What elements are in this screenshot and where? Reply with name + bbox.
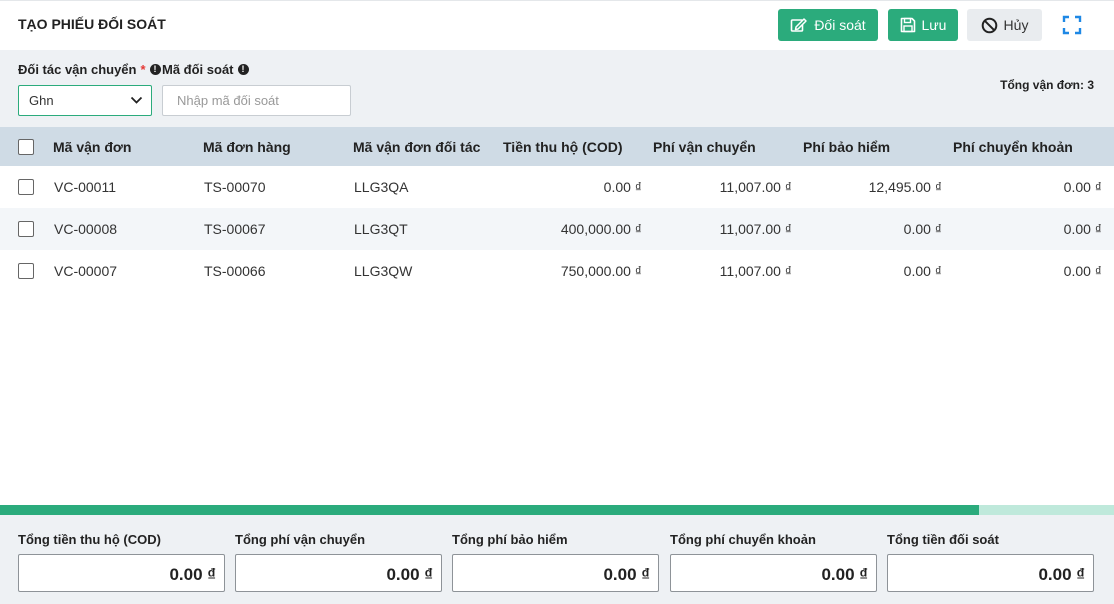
- cell-transfer-fee: 0.00 ₫: [1063, 221, 1102, 237]
- table-header: Mã vận đơn Mã đơn hàng Mã vận đơn đối tá…: [0, 127, 1114, 166]
- total-cod-value: 0.00 ₫: [169, 565, 216, 584]
- code-label: Mã đối soát !: [162, 62, 249, 77]
- save-button[interactable]: Lưu: [888, 9, 958, 41]
- cancel-button[interactable]: Hủy: [967, 9, 1042, 41]
- cell-insurance-fee: 0.00 ₫: [903, 221, 942, 237]
- total-transfer-value: 0.00 ₫: [821, 565, 868, 584]
- save-icon: [900, 17, 915, 33]
- total-shipping-field: 0.00 ₫: [235, 554, 442, 592]
- cell-shipping-fee: 11,007.00 ₫: [719, 179, 792, 195]
- cell-insurance-fee: 12,495.00 ₫: [868, 179, 942, 195]
- total-orders-count: Tổng vận đơn: 3: [1000, 78, 1094, 92]
- column-header: Tiền thu hộ (COD): [503, 139, 623, 155]
- cell-partner-waybill: LLG3QW: [354, 263, 413, 279]
- cell-waybill: VC-00007: [54, 263, 118, 279]
- row-checkbox[interactable]: [18, 263, 34, 279]
- column-header: Phí chuyển khoản: [953, 139, 1073, 155]
- table-row[interactable]: VC-00011 TS-00070 LLG3QA 0.00 ₫ 11,007.0…: [0, 166, 1114, 208]
- summary-label: Tổng phí chuyển khoản: [670, 532, 816, 547]
- row-checkbox[interactable]: [18, 179, 34, 195]
- total-transfer-field: 0.00 ₫: [670, 554, 877, 592]
- total-reconcile-field: 0.00 ₫: [887, 554, 1094, 592]
- code-label-text: Mã đối soát: [162, 62, 234, 77]
- carrier-label: Đối tác vận chuyển * !: [18, 62, 161, 77]
- carrier-select-value: Ghn: [29, 93, 54, 108]
- horizontal-scrollbar[interactable]: [0, 505, 1114, 515]
- select-all-checkbox[interactable]: [18, 139, 34, 155]
- cell-shipping-fee: 11,007.00 ₫: [719, 221, 792, 237]
- row-checkbox[interactable]: [18, 221, 34, 237]
- cell-order: TS-00066: [204, 263, 266, 279]
- ban-icon: [981, 17, 997, 33]
- summary-label: Tổng phí bảo hiểm: [452, 532, 568, 547]
- info-icon: !: [149, 64, 161, 75]
- info-icon: !: [237, 64, 249, 75]
- cancel-button-label: Hủy: [1003, 17, 1029, 33]
- carrier-select[interactable]: Ghn: [18, 85, 152, 116]
- column-header: Phí vận chuyển: [653, 139, 756, 155]
- edit-icon: [791, 18, 808, 32]
- cell-cod: 750,000.00 ₫: [560, 263, 642, 279]
- cell-order: TS-00070: [204, 179, 266, 195]
- table-row[interactable]: VC-00008 TS-00067 LLG3QT 400,000.00 ₫ 11…: [0, 208, 1114, 250]
- save-button-label: Lưu: [921, 17, 947, 33]
- carrier-label-text: Đối tác vận chuyển: [18, 62, 137, 77]
- cell-insurance-fee: 0.00 ₫: [903, 263, 942, 279]
- column-header: Mã đơn hàng: [203, 139, 291, 155]
- cell-waybill: VC-00008: [54, 221, 118, 237]
- column-header: Phí bảo hiểm: [803, 139, 891, 155]
- expand-icon[interactable]: [1062, 15, 1082, 35]
- cell-shipping-fee: 11,007.00 ₫: [719, 263, 792, 279]
- total-insurance-value: 0.00 ₫: [603, 565, 650, 584]
- cell-waybill: VC-00011: [54, 179, 117, 195]
- cell-order: TS-00067: [204, 221, 266, 237]
- summary-label: Tổng tiền thu hộ (COD): [18, 532, 161, 547]
- summary-label: Tổng phí vận chuyển: [235, 532, 366, 547]
- column-header: Mã vận đơn: [53, 139, 132, 155]
- code-input[interactable]: [162, 85, 351, 116]
- total-shipping-value: 0.00 ₫: [386, 565, 433, 584]
- column-header: Mã vận đơn đối tác: [353, 139, 481, 155]
- summary-label: Tổng tiền đối soát: [887, 532, 999, 547]
- cell-cod: 400,000.00 ₫: [560, 221, 642, 237]
- cell-cod: 0.00 ₫: [603, 179, 642, 195]
- reconcile-button[interactable]: Đối soát: [778, 9, 878, 41]
- cell-transfer-fee: 0.00 ₫: [1063, 179, 1102, 195]
- page-header: TẠO PHIẾU ĐỐI SOÁT Đối soát Lưu Hủy: [0, 0, 1114, 50]
- table-row[interactable]: VC-00007 TS-00066 LLG3QW 750,000.00 ₫ 11…: [0, 250, 1114, 292]
- filter-panel: Đối tác vận chuyển * ! Mã đối soát ! Ghn …: [0, 50, 1114, 127]
- reconcile-button-label: Đối soát: [814, 17, 866, 33]
- page-title: TẠO PHIẾU ĐỐI SOÁT: [18, 16, 166, 32]
- cell-partner-waybill: LLG3QT: [354, 221, 408, 237]
- total-cod-field: 0.00 ₫: [18, 554, 225, 592]
- summary-panel: Tổng tiền thu hộ (COD) Tổng phí vận chuy…: [0, 515, 1114, 604]
- chevron-down-icon: [130, 96, 143, 104]
- cell-transfer-fee: 0.00 ₫: [1063, 263, 1102, 279]
- cell-partner-waybill: LLG3QA: [354, 179, 409, 195]
- total-reconcile-value: 0.00 ₫: [1038, 565, 1085, 584]
- scrollbar-thumb[interactable]: [0, 505, 980, 515]
- total-insurance-field: 0.00 ₫: [452, 554, 659, 592]
- required-mark: *: [140, 62, 146, 77]
